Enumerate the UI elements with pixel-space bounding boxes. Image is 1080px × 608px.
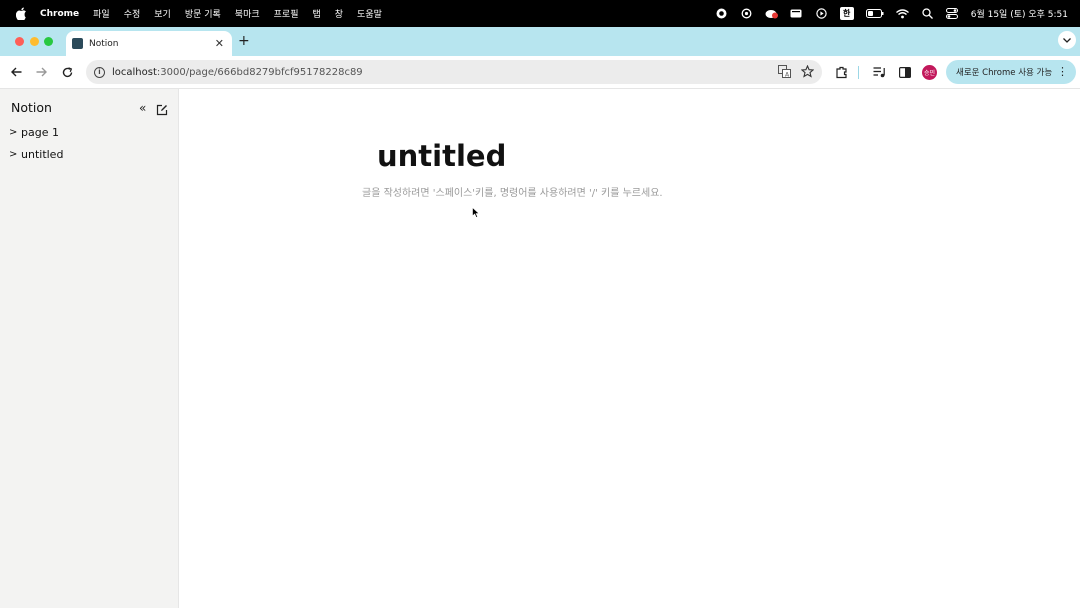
sidebar-brand: Notion xyxy=(11,100,52,115)
editor-placeholder[interactable]: 글을 작성하려면 '스페이스'키를, 명령어를 사용하려면 '/' 키를 누르세… xyxy=(362,184,663,199)
new-tab-icon[interactable]: + xyxy=(238,33,250,49)
profile-avatar[interactable]: 승민 xyxy=(922,65,937,80)
openai-icon[interactable] xyxy=(740,7,753,20)
close-tab-icon[interactable]: ✕ xyxy=(215,37,224,50)
notion-favicon-icon xyxy=(72,38,83,49)
sidebar-item-page-1[interactable]: > page 1 xyxy=(9,126,59,139)
reload-icon[interactable] xyxy=(60,65,74,79)
apple-icon[interactable] xyxy=(14,7,28,21)
chevron-right-icon[interactable]: > xyxy=(9,127,19,138)
tab-notion[interactable]: Notion ✕ xyxy=(66,31,232,56)
keyboard-icon[interactable] xyxy=(790,7,803,20)
forward-arrow-icon[interactable] xyxy=(34,65,48,79)
media-controls-icon[interactable] xyxy=(872,65,886,79)
search-icon[interactable] xyxy=(921,7,934,20)
wifi-icon[interactable] xyxy=(895,7,909,20)
new-page-icon[interactable] xyxy=(156,101,168,116)
sidebar-item-label: page 1 xyxy=(21,126,59,139)
zoom-window-button[interactable] xyxy=(44,37,53,46)
collapse-sidebar-icon[interactable]: « xyxy=(139,101,146,115)
sidebar-item-label: untitled xyxy=(21,148,64,161)
side-panel-icon[interactable] xyxy=(898,65,912,79)
update-label: 새로운 Chrome 사용 가능 xyxy=(956,68,1053,78)
browser-toolbar: i localhost :3000/page/666bd8279bfcf9517… xyxy=(0,56,1080,89)
menu-tab[interactable]: 탭 xyxy=(312,7,320,20)
chrome-update-button[interactable]: 새로운 Chrome 사용 가능 ⋮ xyxy=(946,60,1076,84)
menu-profiles[interactable]: 프로필 xyxy=(274,7,299,20)
menu-window[interactable]: 창 xyxy=(335,7,343,20)
translate-icon[interactable]: A xyxy=(778,65,791,81)
close-window-button[interactable] xyxy=(15,37,24,46)
menu-file[interactable]: 파일 xyxy=(93,7,110,20)
menu-history[interactable]: 방문 기록 xyxy=(185,7,221,20)
record-icon[interactable] xyxy=(715,7,728,20)
address-bar[interactable]: i localhost :3000/page/666bd8279bfcf9517… xyxy=(86,60,822,84)
status-area: 한 6월 15일 (토) 오후 5:51 xyxy=(715,0,1068,27)
minimize-window-button[interactable] xyxy=(30,37,39,46)
menu-view[interactable]: 보기 xyxy=(154,7,171,20)
creative-cloud-icon[interactable] xyxy=(765,7,778,20)
extensions-puzzle-icon[interactable] xyxy=(834,65,848,79)
page-title[interactable]: untitled xyxy=(377,139,506,173)
menu-bookmarks[interactable]: 북마크 xyxy=(235,7,260,20)
play-icon[interactable] xyxy=(815,7,828,20)
battery-icon[interactable] xyxy=(865,7,884,20)
bookmark-star-icon[interactable] xyxy=(800,64,815,81)
site-info-icon[interactable]: i xyxy=(94,66,105,78)
toolbar-divider xyxy=(858,66,859,79)
url-path: :3000/page/666bd8279bfcf95178228c89 xyxy=(156,66,363,78)
menu-app-name[interactable]: Chrome xyxy=(40,9,79,19)
clock[interactable]: 6월 15일 (토) 오후 5:51 xyxy=(971,7,1068,20)
back-arrow-icon[interactable] xyxy=(9,65,23,79)
sidebar: Notion « > page 1 > untitled xyxy=(0,89,179,608)
control-center-icon[interactable] xyxy=(946,7,959,20)
url-host: localhost xyxy=(112,66,157,78)
tab-strip: Notion ✕ xyxy=(0,27,1080,56)
tab-search-chevron-icon[interactable] xyxy=(1058,31,1076,49)
mouse-pointer-icon xyxy=(472,203,480,222)
input-source-icon[interactable]: 한 xyxy=(839,7,854,20)
menu-help[interactable]: 도움말 xyxy=(357,7,382,20)
chevron-right-icon[interactable]: > xyxy=(9,149,19,160)
menu-bar: Chrome 파일 수정 보기 방문 기록 북마크 프로필 탭 창 도움말 한 … xyxy=(0,0,1080,27)
tab-title: Notion xyxy=(89,38,119,49)
more-options-icon[interactable]: ⋮ xyxy=(1057,65,1068,78)
menu-edit[interactable]: 수정 xyxy=(124,7,141,20)
editor-area: untitled 글을 작성하려면 '스페이스'키를, 명령어를 사용하려면 '… xyxy=(180,89,1080,608)
sidebar-item-untitled[interactable]: > untitled xyxy=(9,148,63,161)
